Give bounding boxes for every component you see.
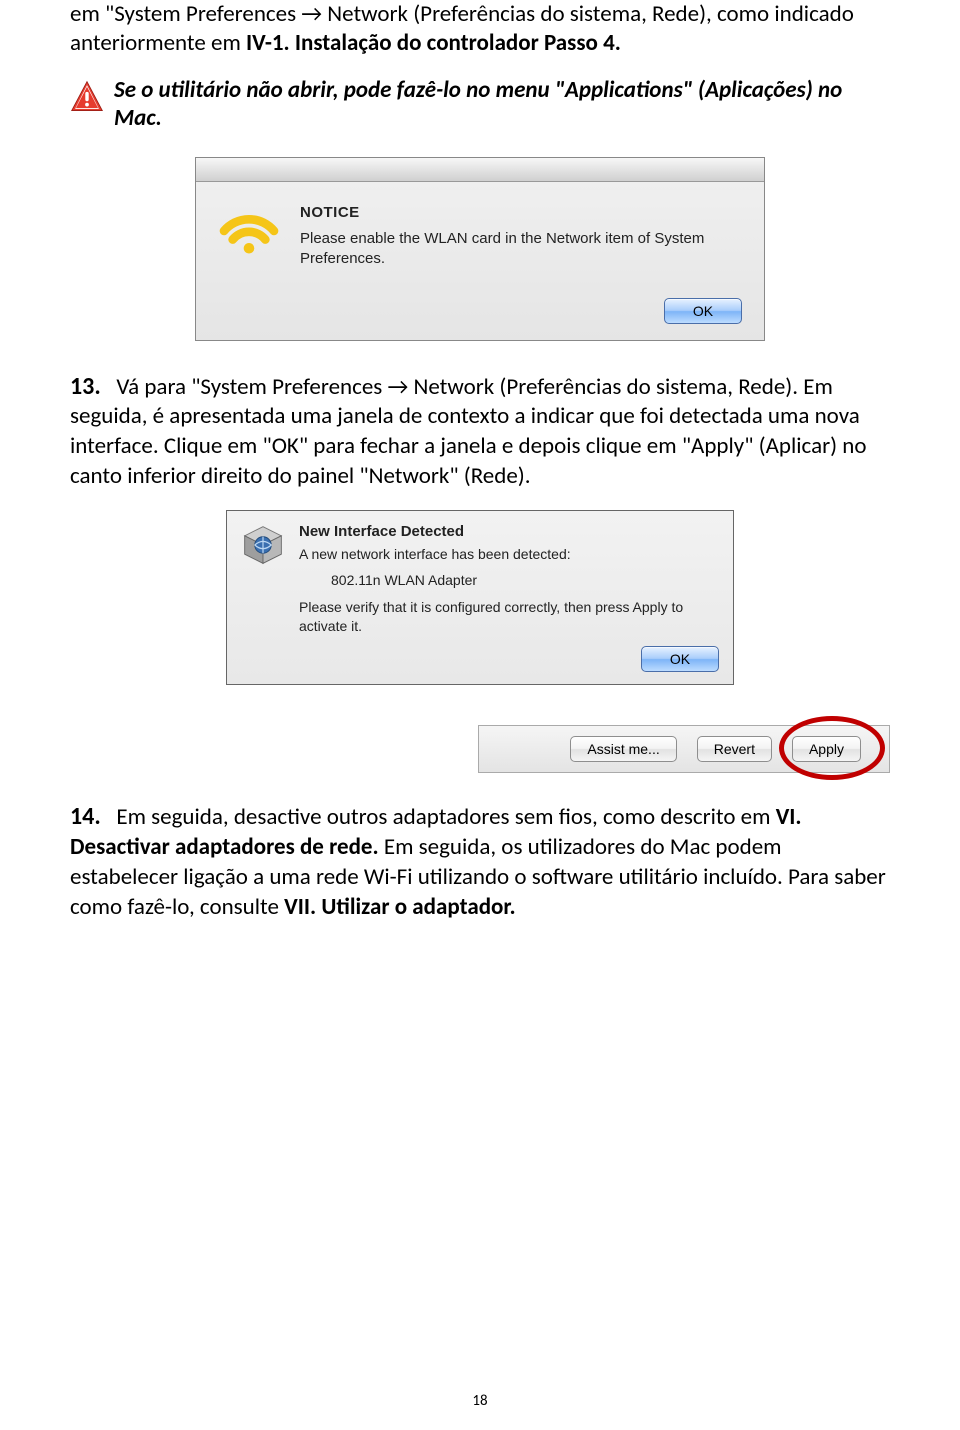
- notice-title: NOTICE: [300, 204, 742, 221]
- assist-me-button[interactable]: Assist me...: [570, 736, 676, 762]
- step-14-ref3: VII. Utilizar o adaptador.: [284, 893, 516, 921]
- notice-dialog: NOTICE Please enable the WLAN card in th…: [195, 157, 765, 341]
- intro-ref: IV-1. Instalação do controlador Passo 4.: [246, 29, 621, 57]
- new-interface-adapter: 802.11n WLAN Adapter: [331, 572, 719, 588]
- step-14: 14. Em seguida, desactive outros adaptad…: [70, 801, 890, 923]
- network-cube-icon: [241, 523, 285, 567]
- step-14-body-a: Em seguida, desactive outros adaptadores…: [116, 803, 775, 831]
- step-13-number: 13.: [70, 372, 101, 401]
- revert-button[interactable]: Revert: [697, 736, 772, 762]
- notice-message: Please enable the WLAN card in the Netwo…: [300, 229, 742, 270]
- page-number: 18: [0, 1392, 960, 1410]
- network-footer-bar: Assist me... Revert Apply: [478, 725, 890, 773]
- step-14-number: 14.: [70, 802, 101, 831]
- dialog-titlebar: [196, 158, 764, 182]
- intro-paragraph: em "System Preferences → Network (Prefer…: [70, 0, 890, 58]
- step-13: 13. Vá para "System Preferences → Networ…: [70, 371, 890, 493]
- warning-icon: [70, 80, 104, 114]
- notice-ok-button[interactable]: OK: [664, 298, 742, 324]
- wifi-icon: [218, 204, 280, 254]
- step-13-body: Vá para "System Preferences → Network (P…: [70, 373, 867, 491]
- arrow-icon: →: [301, 0, 322, 28]
- intro-text-a: em "System Preferences: [70, 0, 301, 28]
- new-interface-verify: Please verify that it is configured corr…: [299, 598, 719, 636]
- new-interface-ok-button[interactable]: OK: [641, 646, 719, 672]
- new-interface-title: New Interface Detected: [299, 523, 719, 540]
- new-interface-line1: A new network interface has been detecte…: [299, 546, 719, 562]
- new-interface-dialog: New Interface Detected A new network int…: [226, 510, 734, 685]
- warning-text: Se o utilitário não abrir, pode fazê-lo …: [114, 76, 890, 134]
- apply-button[interactable]: Apply: [792, 736, 861, 762]
- warning-note: Se o utilitário não abrir, pode fazê-lo …: [70, 76, 890, 134]
